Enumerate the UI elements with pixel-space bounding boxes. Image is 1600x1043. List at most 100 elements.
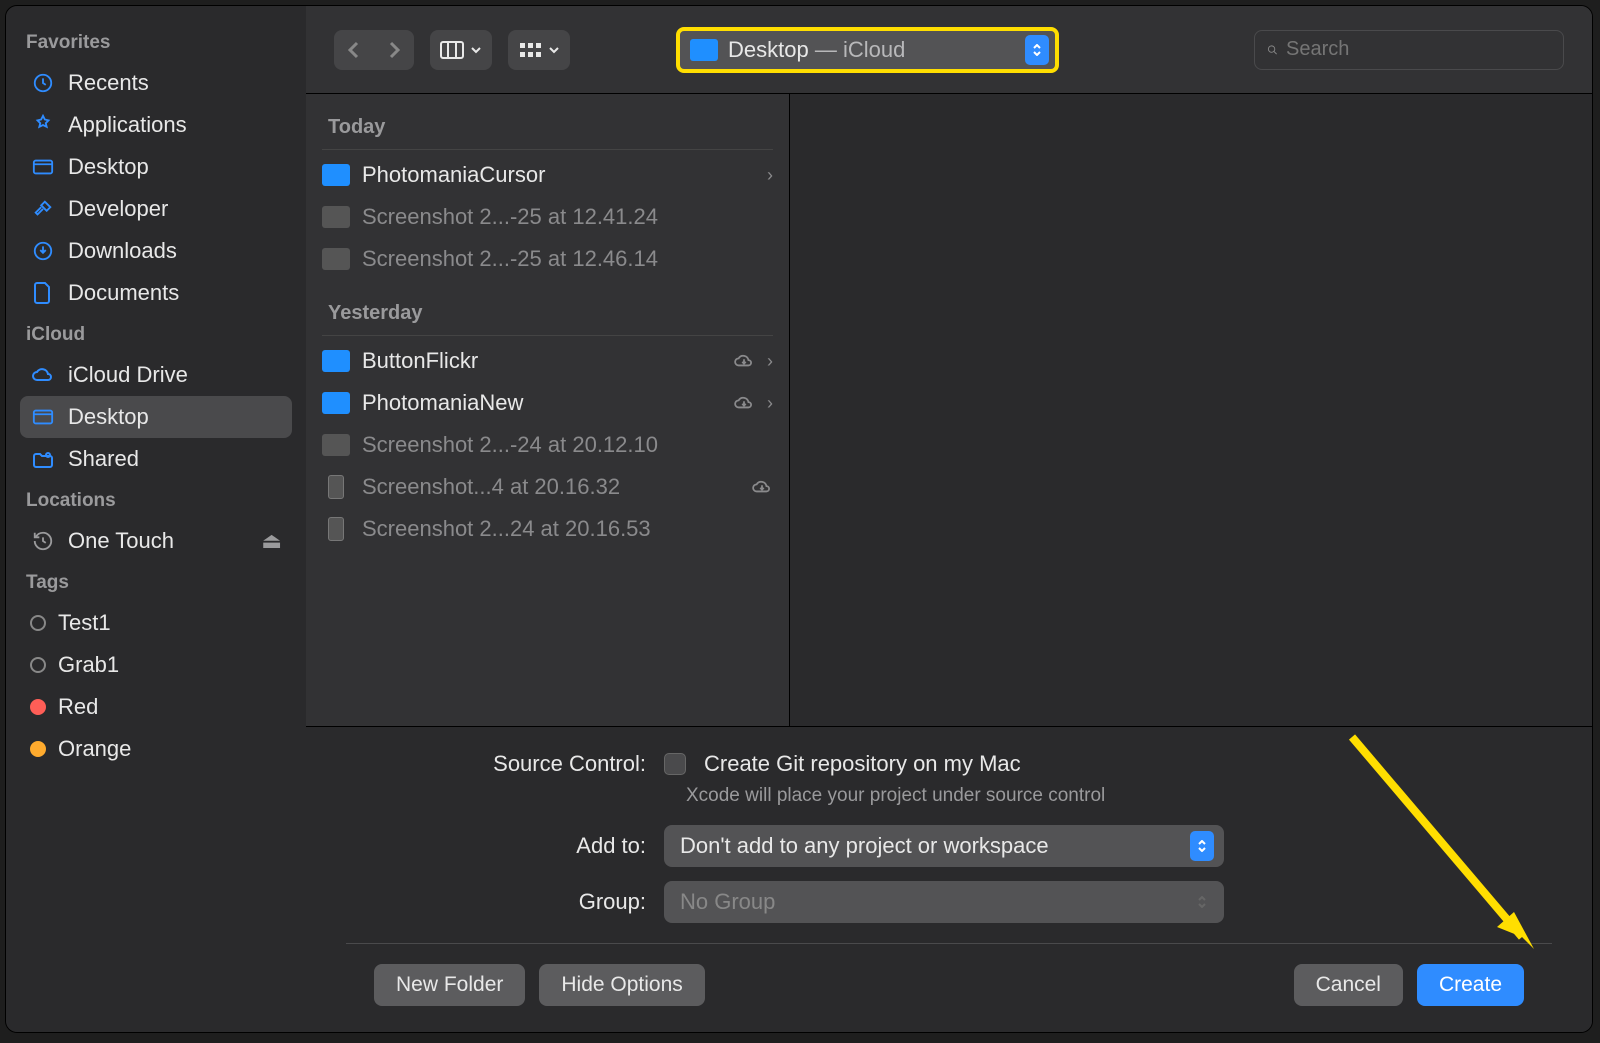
hammer-icon [30,196,56,222]
group-select: No Group [664,881,1224,923]
sidebar-item-label: Downloads [68,238,177,264]
search-field[interactable] [1254,30,1564,70]
save-dialog: Favorites Recents Applications Desktop D… [5,5,1593,1033]
sidebar-item-label: Documents [68,280,179,306]
chevron-right-icon: › [767,165,773,186]
folder-icon [322,350,350,372]
git-checkbox[interactable] [664,753,686,775]
sidebar-item-downloads[interactable]: Downloads [20,230,292,272]
cloud-icon [30,362,56,388]
search-icon [1267,40,1278,60]
sidebar-section-locations: Locations [26,490,286,512]
popup-selectors-icon [1025,35,1049,65]
item-name: Screenshot 2...-24 at 20.12.10 [362,432,773,458]
sidebar-item-label: Orange [58,736,131,762]
desktop-icon [30,404,56,430]
list-item[interactable]: PhotomaniaNew › [306,382,789,424]
sidebar-item-label: Desktop [68,154,149,180]
group-title-today: Today [306,94,789,149]
nav-back-button[interactable] [334,30,374,70]
sidebar-item-label: Grab1 [58,652,119,678]
item-name: Screenshot 2...24 at 20.16.53 [362,516,773,542]
group-value: No Group [680,889,775,915]
sidebar-item-onetouch[interactable]: One Touch ⏏ [20,520,292,562]
history-icon [30,528,56,554]
add-to-label: Add to: [346,833,646,859]
view-group-button[interactable] [508,30,570,70]
list-item[interactable]: PhotomaniaCursor › [306,154,789,196]
tag-dot-icon [30,699,46,715]
folder-icon [322,164,350,186]
sidebar-item-label: Applications [68,112,187,138]
file-icon [322,434,350,456]
file-icon [322,248,350,270]
tag-dot-icon [30,657,46,673]
sidebar-item-developer[interactable]: Developer [20,188,292,230]
phone-icon [328,475,344,499]
list-item: Screenshot...4 at 20.16.32 [306,466,789,508]
sidebar-item-label: Red [58,694,98,720]
chevron-down-icon [548,46,560,54]
list-item: Screenshot 2...-25 at 12.46.14 [306,238,789,280]
sidebar-item-iclouddrive[interactable]: iCloud Drive [20,354,292,396]
cancel-button[interactable]: Cancel [1294,964,1403,1006]
sidebar-item-label: Desktop [68,404,149,430]
git-checkbox-label[interactable]: Create Git repository on my Mac [704,751,1021,777]
sidebar-item-label: One Touch [68,528,174,554]
list-item: Screenshot 2...-25 at 12.41.24 [306,196,789,238]
toolbar: Desktop — iCloud [306,6,1592,94]
sidebar-item-desktop-icloud[interactable]: Desktop [20,396,292,438]
add-to-value: Don't add to any project or workspace [680,833,1049,859]
browser-column[interactable]: Today PhotomaniaCursor › Screenshot 2...… [306,94,790,726]
sidebar-tag-red[interactable]: Red [20,686,292,728]
item-name: Screenshot 2...-25 at 12.46.14 [362,246,773,272]
add-to-select[interactable]: Don't add to any project or workspace [664,825,1224,867]
cloud-download-icon[interactable] [733,353,755,369]
sidebar-section-favorites: Favorites [26,32,286,54]
list-item: Screenshot 2...-24 at 20.12.10 [306,424,789,466]
view-columns-button[interactable] [430,30,492,70]
group-label: Group: [346,889,646,915]
cloud-download-icon[interactable] [751,479,773,495]
columns-icon [440,41,464,59]
column-browser: Today PhotomaniaCursor › Screenshot 2...… [306,94,1592,726]
item-name: Screenshot...4 at 20.16.32 [362,474,739,500]
group-icon [518,41,542,59]
options-panel: Source Control: Create Git repository on… [306,726,1592,1032]
sidebar-section-icloud: iCloud [26,324,286,346]
doc-icon [30,280,56,306]
detail-pane [790,94,1592,726]
sidebar-item-recents[interactable]: Recents [20,62,292,104]
list-item[interactable]: ButtonFlickr › [306,340,789,382]
sidebar-item-documents[interactable]: Documents [20,272,292,314]
new-folder-button[interactable]: New Folder [374,964,525,1006]
cloud-download-icon[interactable] [733,395,755,411]
main-pane: Desktop — iCloud Today PhotomaniaCursor [306,6,1592,1032]
popup-selectors-icon [1190,831,1214,861]
sidebar-item-applications[interactable]: Applications [20,104,292,146]
item-name: Screenshot 2...-25 at 12.41.24 [362,204,773,230]
nav-forward-button[interactable] [374,30,414,70]
eject-icon[interactable]: ⏏ [261,528,282,554]
hide-options-button[interactable]: Hide Options [539,964,704,1006]
clock-icon [30,70,56,96]
sidebar-item-label: Developer [68,196,168,222]
item-name: ButtonFlickr [362,348,721,374]
popup-selectors-icon [1190,887,1214,917]
create-button[interactable]: Create [1417,964,1524,1006]
sidebar-tag-test1[interactable]: Test1 [20,602,292,644]
sidebar-item-shared[interactable]: Shared [20,438,292,480]
apps-icon [30,112,56,138]
file-icon [322,206,350,228]
sidebar-section-tags: Tags [26,572,286,594]
sidebar-item-desktop[interactable]: Desktop [20,146,292,188]
source-control-label: Source Control: [346,751,646,777]
folder-icon [322,392,350,414]
tag-dot-icon [30,741,46,757]
path-popup[interactable]: Desktop — iCloud [676,27,1059,73]
sidebar-tag-grab1[interactable]: Grab1 [20,644,292,686]
search-input[interactable] [1286,38,1551,61]
desktop-icon [30,154,56,180]
sidebar-tag-orange[interactable]: Orange [20,728,292,770]
phone-icon [328,517,344,541]
